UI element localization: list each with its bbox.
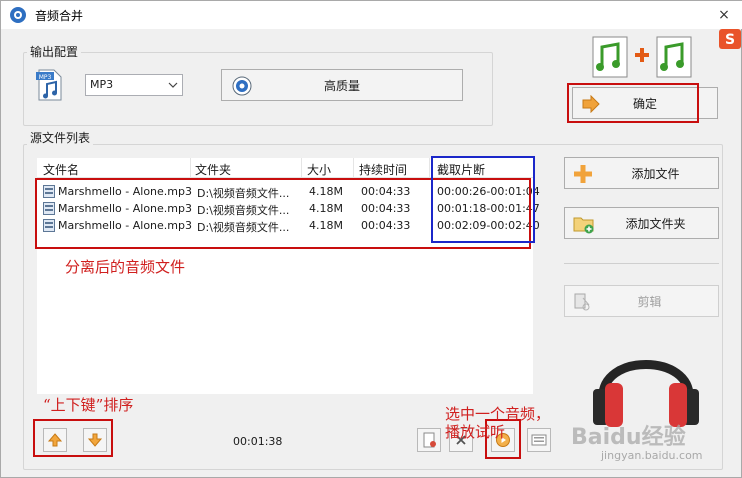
- format-select-value: MP3: [90, 78, 114, 91]
- title-bar: 音频合并 ×: [1, 1, 742, 29]
- properties-button[interactable]: [527, 428, 551, 452]
- total-time: 00:01:38: [233, 435, 283, 448]
- output-config-label: 输出配置: [27, 43, 82, 60]
- scissors-icon: [574, 293, 590, 311]
- sort-buttons-highlight-box: [33, 419, 113, 457]
- app-window: 音频合并 × S 输出配置 MP3 MP3 高质量 确定 源文件列表 文件名 文…: [0, 0, 742, 478]
- mp3-icon-text: MP3: [39, 74, 52, 81]
- column-divider: [190, 158, 191, 178]
- column-divider: [429, 158, 430, 178]
- source-list-label: 源文件列表: [27, 129, 94, 146]
- column-header-duration[interactable]: 持续时间: [359, 161, 407, 178]
- play-annotation-2: 播放试听: [445, 423, 506, 441]
- clip-column-highlight-box: [431, 156, 535, 243]
- format-select[interactable]: MP3: [85, 74, 183, 96]
- separated-files-annotation: 分离后的音频文件: [65, 258, 186, 276]
- svg-text:S: S: [725, 32, 735, 48]
- add-folder-icon: [573, 217, 594, 234]
- baidu-watermark-url: jingyan.baidu.com: [601, 449, 703, 462]
- chevron-down-icon: [168, 82, 178, 88]
- headphones-icon: [593, 360, 699, 427]
- document-icon: [423, 432, 436, 448]
- merge-logo-icon: [592, 36, 692, 78]
- column-header-folder[interactable]: 文件夹: [195, 161, 231, 178]
- quality-button-label: 高质量: [323, 78, 360, 93]
- add-file-button-label: 添加文件: [631, 166, 680, 181]
- quality-gear-icon: [232, 76, 252, 96]
- baidu-watermark: Baidu经验: [571, 425, 686, 450]
- sort-annotation: “上下键”排序: [43, 396, 134, 414]
- export-button[interactable]: [417, 428, 441, 452]
- mp3-file-icon: MP3: [36, 69, 62, 101]
- add-folder-button[interactable]: 添加文件夹: [564, 207, 719, 239]
- window-title: 音频合并: [35, 9, 84, 23]
- sogou-s-icon: S: [719, 29, 741, 49]
- close-button[interactable]: ×: [713, 5, 735, 25]
- add-file-button[interactable]: 添加文件: [564, 157, 719, 189]
- column-header-name[interactable]: 文件名: [43, 161, 79, 178]
- quality-button[interactable]: 高质量: [221, 69, 463, 101]
- cut-button[interactable]: 剪辑: [564, 285, 719, 317]
- column-header-size[interactable]: 大小: [307, 161, 331, 178]
- cut-button-label: 剪辑: [637, 294, 662, 309]
- column-divider: [301, 158, 302, 178]
- add-icon: [574, 165, 592, 183]
- confirm-highlight-box: [567, 83, 699, 123]
- list-icon: [531, 434, 547, 446]
- add-folder-button-label: 添加文件夹: [625, 216, 686, 231]
- side-divider: [564, 263, 719, 264]
- column-divider: [353, 158, 354, 178]
- app-logo-icon: [10, 7, 26, 23]
